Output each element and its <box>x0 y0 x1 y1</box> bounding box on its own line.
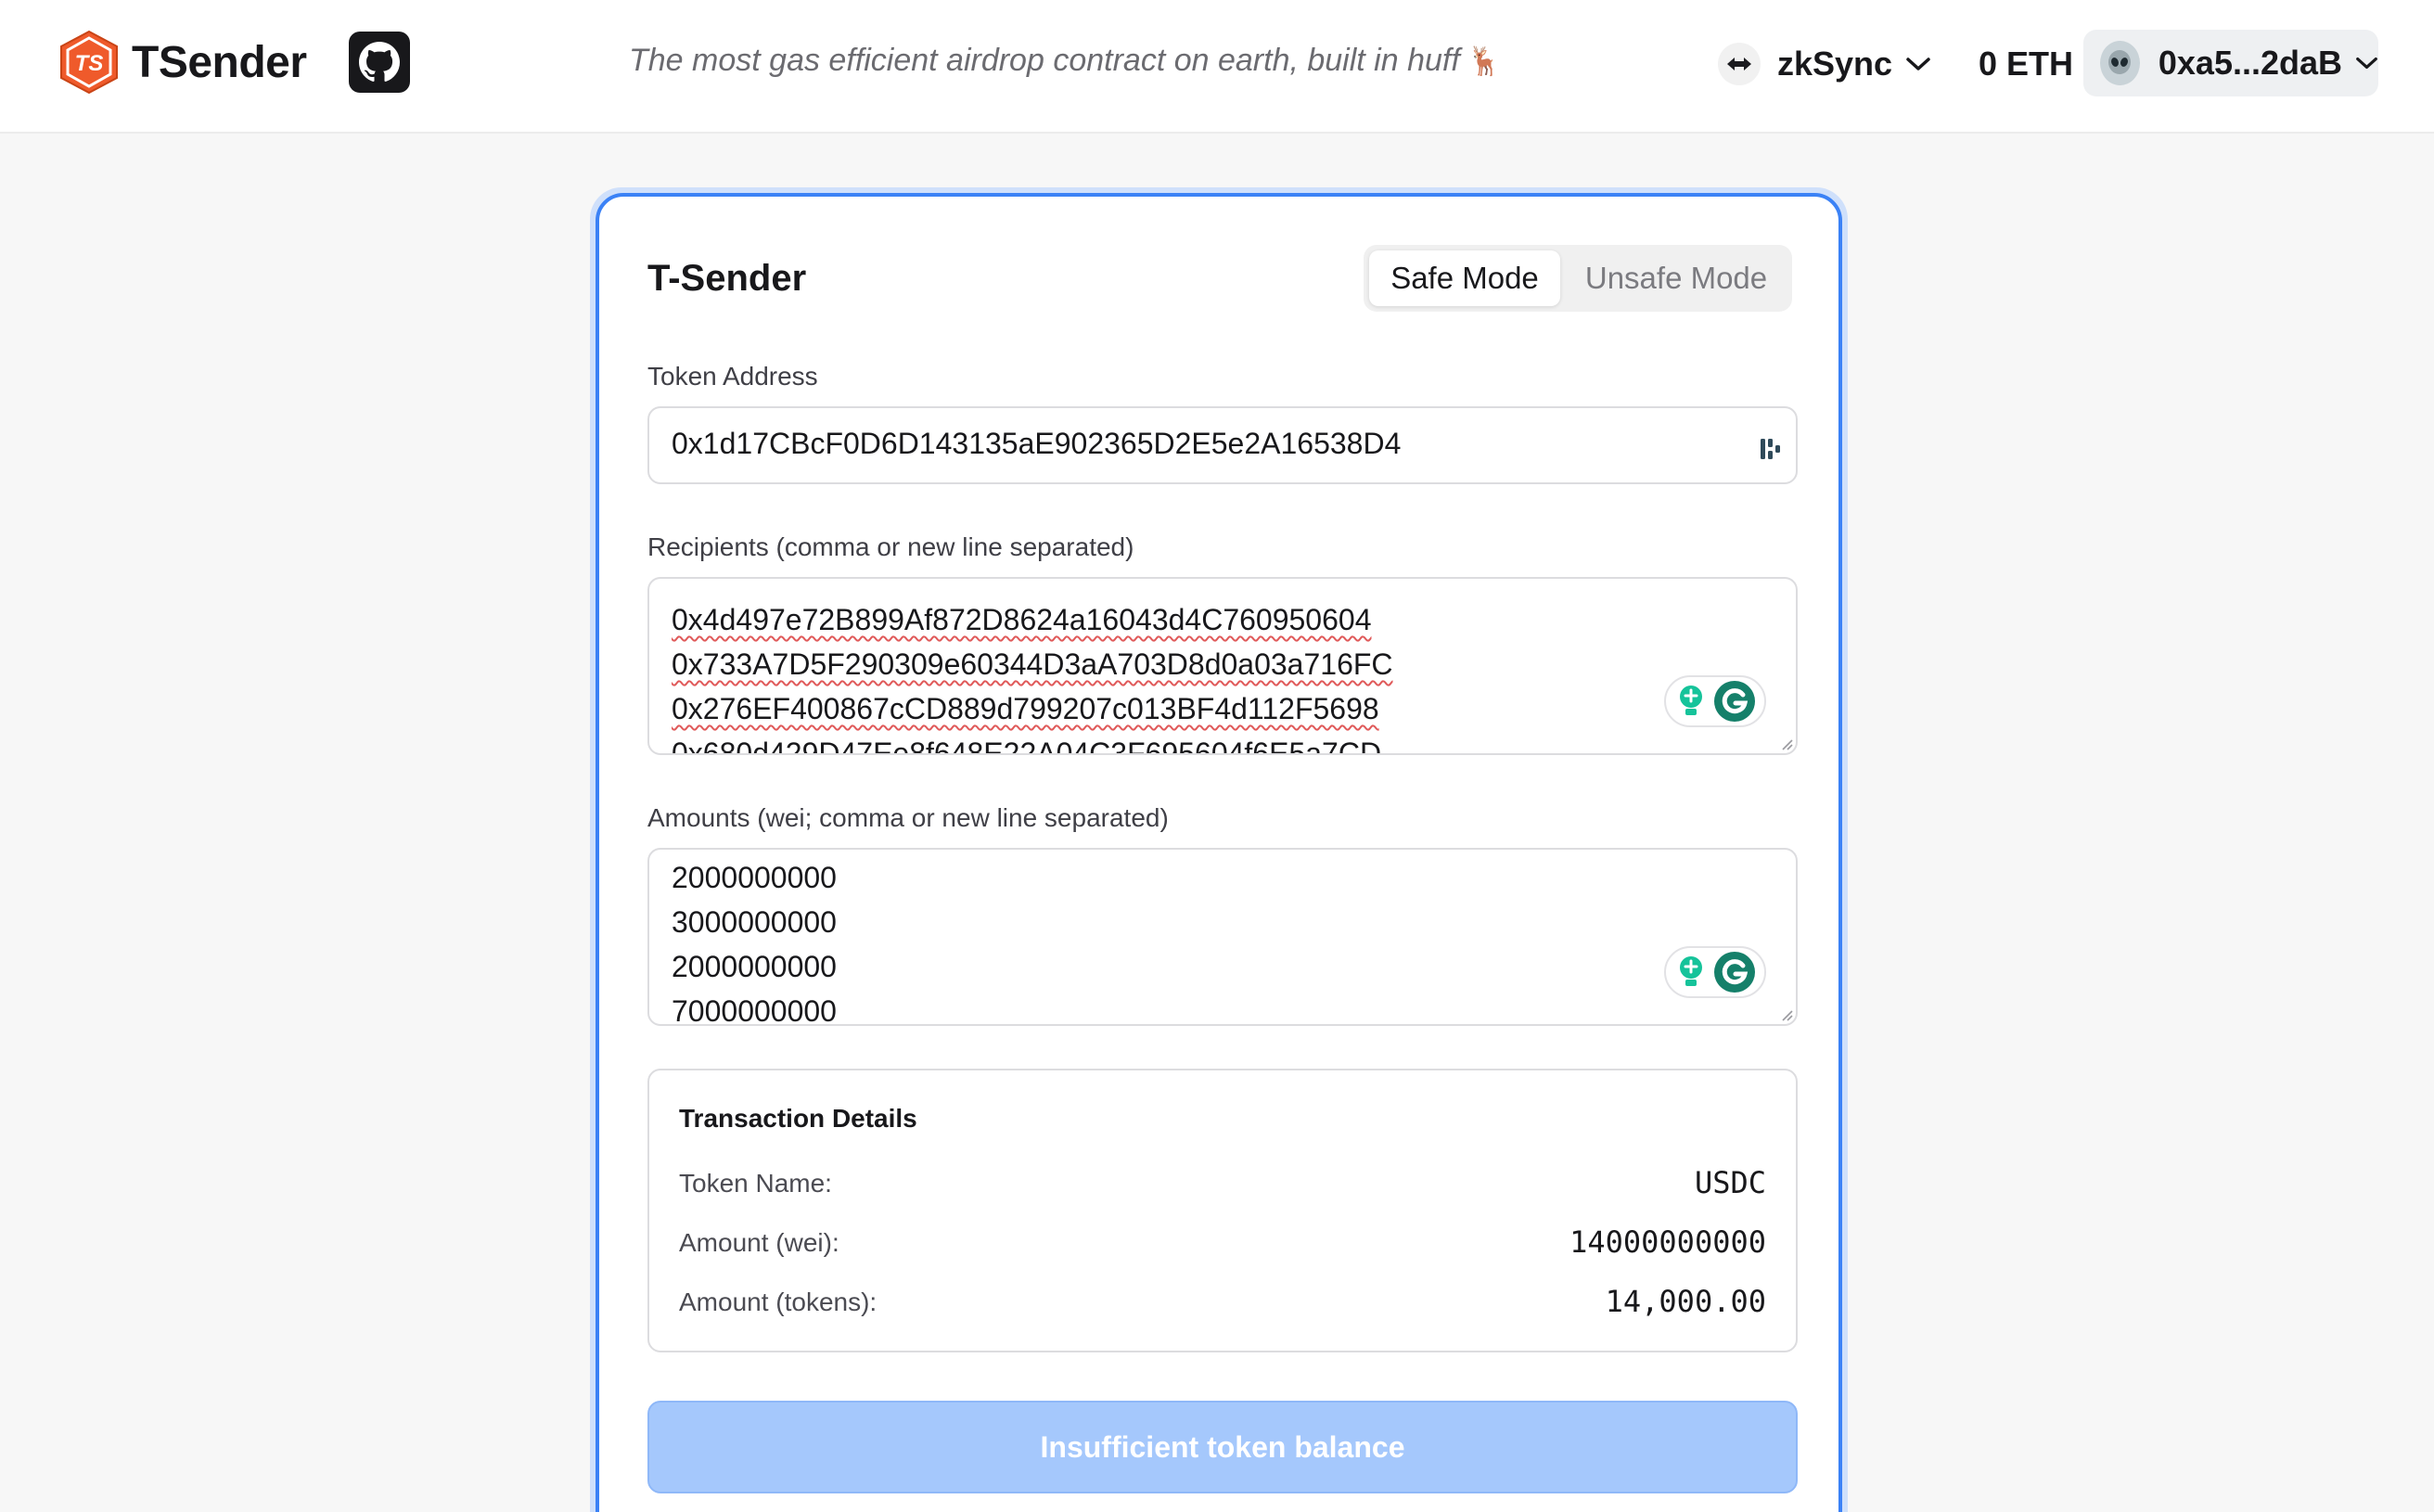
account-button[interactable]: 0xa5...2daB <box>2083 30 2378 96</box>
grammarly-widget[interactable] <box>1664 946 1766 998</box>
card-title: T-Sender <box>647 258 807 299</box>
chevron-down-icon <box>2356 57 2377 70</box>
deer-emoji: 🦌 <box>1467 46 1503 77</box>
top-navbar: TS TSender The most gas efficient airdro… <box>0 0 2434 134</box>
resize-handle-icon[interactable] <box>1779 1007 1794 1022</box>
token-address-input[interactable]: 0x1d17CBcF0D6D143135aE902365D2E5e2A16538… <box>647 406 1798 484</box>
eth-balance[interactable]: 0 ETH <box>1979 45 2073 83</box>
amount-tokens-row: Amount (tokens): 14,000.00 <box>679 1284 1766 1325</box>
token-name-label: Token Name: <box>679 1169 832 1198</box>
app-name: TSender <box>132 37 307 87</box>
amount-line: 3000000000 <box>672 905 837 939</box>
token-name-row: Token Name: USDC <box>679 1165 1766 1206</box>
network-selector[interactable]: zkSync <box>1718 39 1931 89</box>
amounts-textarea[interactable]: 2000000000 3000000000 2000000000 7000000… <box>647 848 1798 1026</box>
resize-handle-icon[interactable] <box>1779 737 1794 751</box>
tagline-text: The most gas efficient airdrop contract … <box>629 43 1460 78</box>
amount-line: 7000000000 <box>672 994 837 1024</box>
amount-line: 2000000000 <box>672 861 837 894</box>
app-logo[interactable]: TS TSender <box>58 30 307 95</box>
github-icon <box>359 42 400 82</box>
submit-button[interactable]: Insufficient token balance <box>647 1401 1798 1493</box>
lightbulb-icon <box>1679 686 1702 715</box>
token-address-value: 0x1d17CBcF0D6D143135aE902365D2E5e2A16538… <box>672 427 1402 460</box>
unsafe-mode-tab[interactable]: Unsafe Mode <box>1562 250 1790 306</box>
recipient-line: 0x680d429D47Ee8f648E22A04C3F695604f6E5a7… <box>672 737 1382 753</box>
zksync-icon <box>1718 43 1761 85</box>
transaction-details-title: Transaction Details <box>679 1104 917 1133</box>
grammarly-icon <box>1713 952 1755 993</box>
recipient-line: 0x276EF400867cCD889d799207c013BF4d112F56… <box>672 692 1379 725</box>
transaction-details-panel: Transaction Details Token Name: USDC Amo… <box>647 1069 1798 1352</box>
amount-wei-label: Amount (wei): <box>679 1228 839 1257</box>
token-name-value: USDC <box>1694 1165 1766 1200</box>
tsender-logo-icon: TS <box>60 30 118 95</box>
recipient-line: 0x733A7D5F290309e60344D3aA703D8d0a03a716… <box>672 647 1393 681</box>
recipients-lines: 0x4d497e72B899Af872D8624a16043d4C7609506… <box>672 597 1647 753</box>
network-label: zkSync <box>1777 45 1893 83</box>
amount-tokens-value: 14,000.00 <box>1605 1284 1766 1319</box>
chevron-down-icon <box>1906 58 1930 70</box>
amount-wei-value: 14000000000 <box>1569 1224 1766 1260</box>
github-button[interactable] <box>349 32 410 93</box>
lightbulb-icon <box>1679 956 1702 986</box>
alien-avatar <box>2100 41 2140 85</box>
amount-line: 2000000000 <box>672 950 837 983</box>
recipients-label: Recipients (comma or new line separated) <box>647 532 1134 561</box>
recipients-textarea[interactable]: 0x4d497e72B899Af872D8624a16043d4C7609506… <box>647 577 1798 755</box>
account-address: 0xa5...2daB <box>2158 44 2342 82</box>
mode-toggle: Safe Mode Unsafe Mode <box>1364 245 1792 312</box>
amounts-lines: 2000000000 3000000000 2000000000 7000000… <box>672 855 1647 1024</box>
amount-tokens-label: Amount (tokens): <box>679 1288 878 1316</box>
autofill-icon[interactable] <box>1759 436 1783 462</box>
amounts-label: Amounts (wei; comma or new line separate… <box>647 803 1169 832</box>
amount-wei-row: Amount (wei): 14000000000 <box>679 1224 1766 1265</box>
token-address-label: Token Address <box>647 362 818 391</box>
airdrop-form-card: T-Sender Safe Mode Unsafe Mode Token Add… <box>596 193 1842 1512</box>
safe-mode-tab[interactable]: Safe Mode <box>1369 250 1560 306</box>
tagline: The most gas efficient airdrop contract … <box>629 43 1502 79</box>
grammarly-widget[interactable] <box>1664 675 1766 727</box>
grammarly-icon <box>1713 681 1755 722</box>
recipient-line: 0x4d497e72B899Af872D8624a16043d4C7609506… <box>672 603 1372 636</box>
svg-text:TS: TS <box>75 51 104 76</box>
